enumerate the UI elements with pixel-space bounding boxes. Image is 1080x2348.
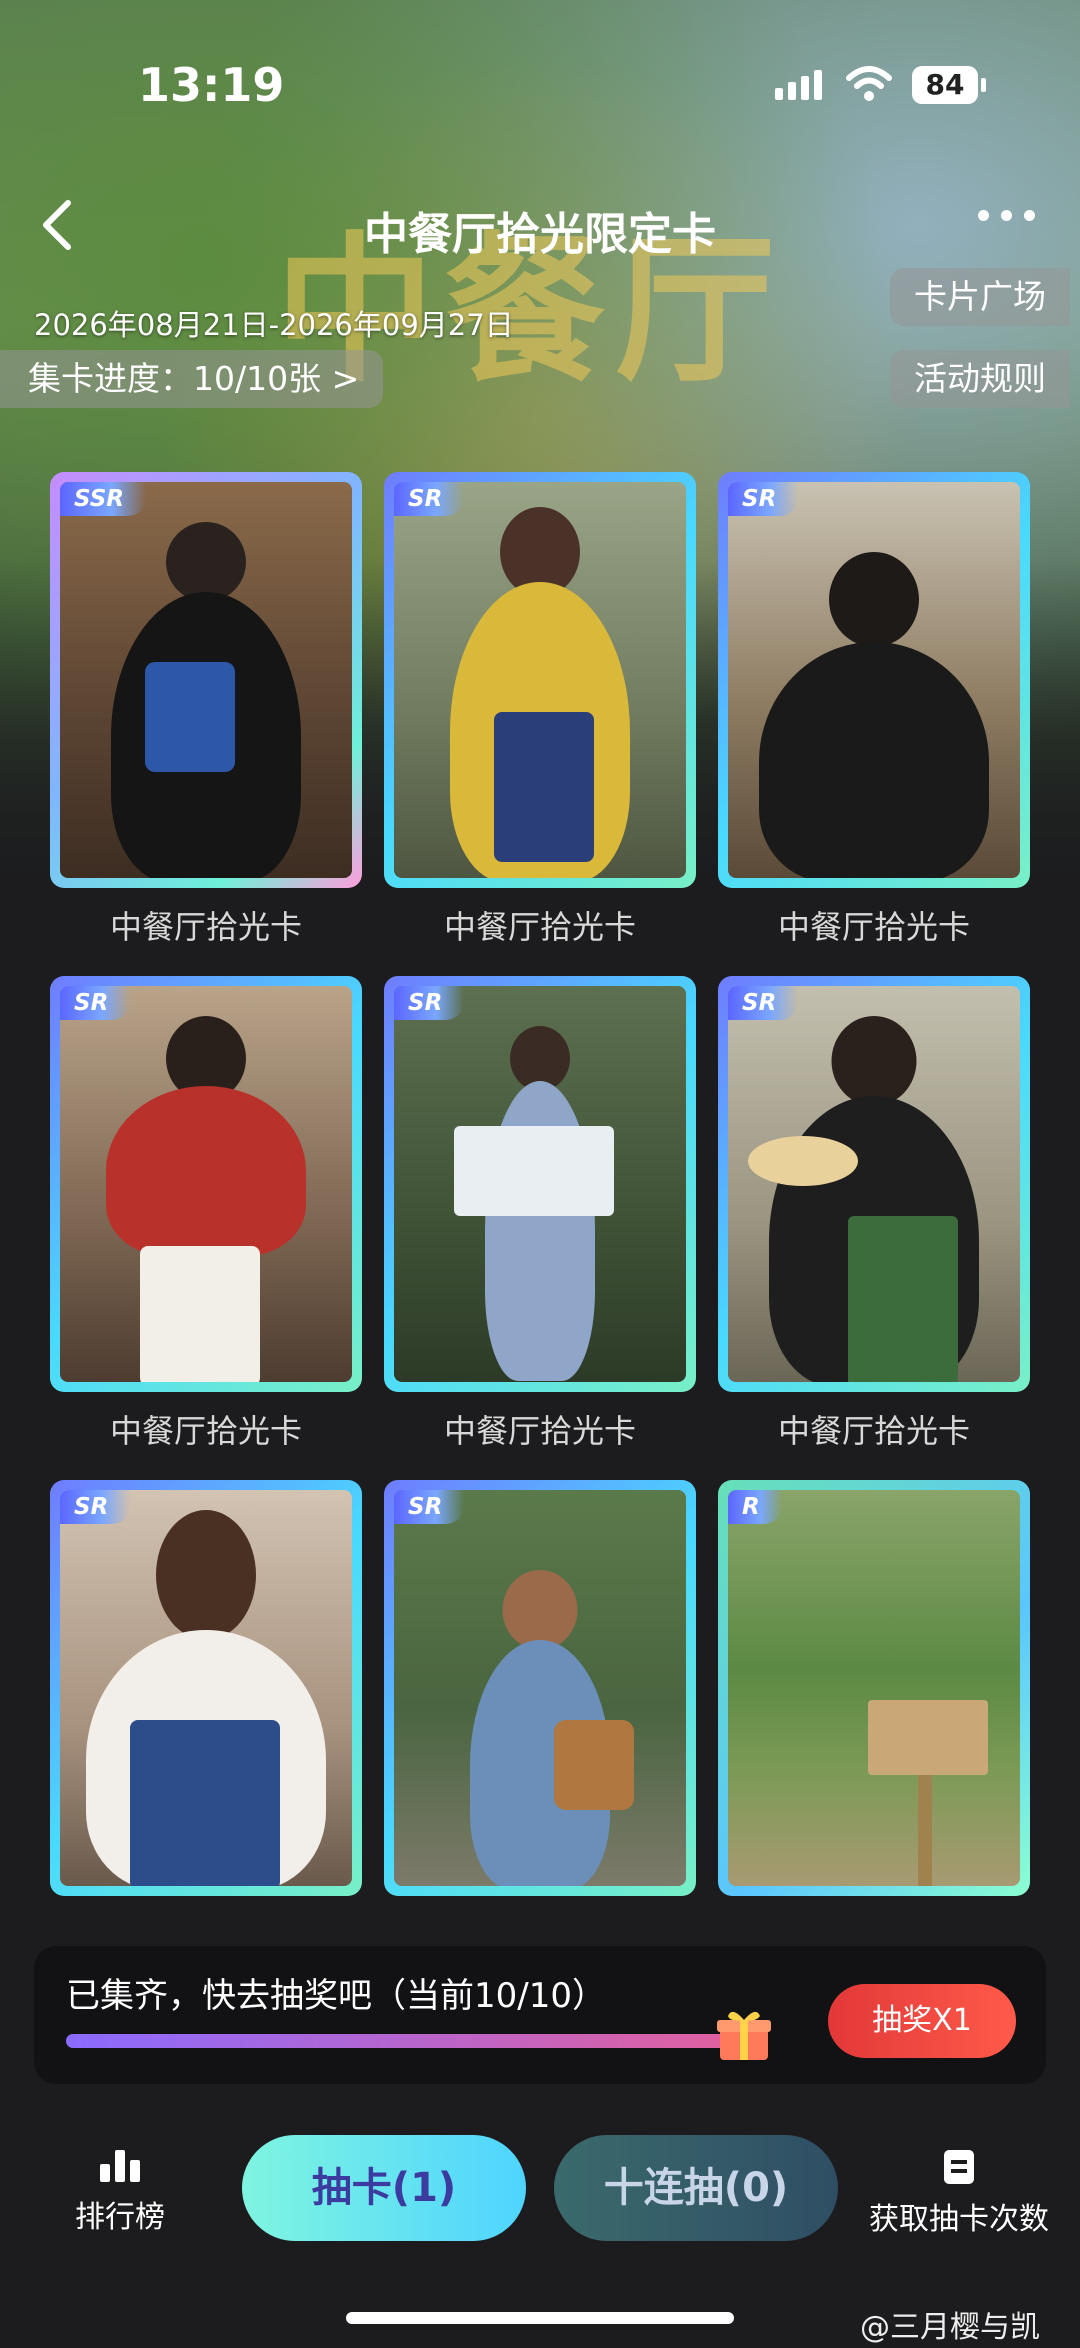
garden-sign-shape [868,1700,988,1775]
wifi-icon [846,66,892,101]
card-item[interactable]: SR [50,1480,362,1896]
rarity-badge: SR [60,1490,131,1524]
collection-progress-bar [66,2034,766,2048]
card-square-button[interactable]: 卡片广场 [890,268,1070,326]
draw-panel: 已集齐，快去抽奖吧（当前10/10） 抽奖X1 [34,1946,1046,2084]
card-item[interactable]: R [718,1480,1030,1896]
card-photo: SR [60,1490,352,1886]
activity-rules-button[interactable]: 活动规则 [890,350,1070,408]
person-shape [166,522,246,602]
card-item[interactable]: SSR [50,472,362,888]
rarity-badge: SR [394,1490,465,1524]
rarity-badge: SR [394,482,465,516]
ranking-tab[interactable]: 排行榜 [60,2148,180,2236]
card-label: 中餐厅拾光卡 [109,1412,302,1450]
draw-status-text: 已集齐，快去抽奖吧（当前10/10） [66,1976,606,2016]
card-item[interactable]: SR [384,472,696,888]
card-item[interactable]: SR [50,976,362,1392]
get-draw-chances-tab[interactable]: 获取抽卡次数 [864,2148,1054,2238]
person-shape [106,1086,306,1256]
status-bar: 13:19 84 [0,0,1080,150]
card-photo: SR [394,482,686,878]
card-label: 中餐厅拾光卡 [109,908,302,946]
apron-shape [130,1720,280,1886]
rarity-badge: SR [728,482,799,516]
get-chances-label: 获取抽卡次数 [869,2202,1049,2237]
card-photo: SR [728,482,1020,878]
bag-shape [145,662,235,772]
trousers-shape [140,1246,260,1382]
draw-one-button[interactable]: 抽卡(1) [242,2135,526,2241]
card-item[interactable]: SR [384,1480,696,1896]
draw-ten-button[interactable]: 十连抽(0) [554,2135,838,2241]
cellular-signal-icon [775,70,822,100]
person-shape [829,552,919,647]
collection-progress-button[interactable]: 集卡进度：10/10张 > [0,350,384,408]
rarity-badge: SR [728,986,799,1020]
rarity-badge: R [728,1490,782,1524]
card-label: 中餐厅拾光卡 [777,1412,970,1450]
person-shape [502,1570,578,1650]
rarity-badge: SR [394,986,465,1020]
box-shape [454,1126,614,1216]
status-time: 13:19 [138,58,285,112]
card-label: 中餐厅拾光卡 [443,908,636,946]
card-item[interactable]: SR [384,976,696,1392]
card-label: 中餐厅拾光卡 [443,1412,636,1450]
ranking-label: 排行榜 [75,2200,165,2235]
lottery-button[interactable]: 抽奖X1 [828,1984,1016,2058]
card-photo: R [728,1490,1020,1886]
sign-post-shape [918,1775,932,1886]
dot-icon [1001,210,1012,221]
card-photo: SR [60,986,352,1382]
person-shape [759,642,989,878]
person-shape [156,1510,256,1640]
document-icon [944,2150,974,2184]
person-shape [831,1016,917,1106]
card-item[interactable]: SR [718,472,1030,888]
watermark: @三月樱与凯 [860,2310,1040,2345]
progress-fill [66,2034,766,2048]
apron-shape [494,712,594,862]
card-photo: SR [728,986,1020,1382]
home-indicator[interactable] [346,2312,734,2324]
ranking-icon [100,2150,140,2182]
gift-icon [717,2011,771,2060]
date-range: 2026年08月21日-2026年09月27日 [34,308,514,342]
apron-shape [848,1216,958,1382]
more-options-button[interactable] [978,210,1035,221]
dot-icon [1024,210,1035,221]
battery-icon: 84 [912,66,986,104]
rarity-badge: SR [60,986,131,1020]
dot-icon [978,210,989,221]
page-title: 中餐厅拾光限定卡 [364,209,716,260]
card-photo: SSR [60,482,352,878]
card-item[interactable]: SR [718,976,1030,1392]
card-photo: SR [394,986,686,1382]
card-photo: SR [394,1490,686,1886]
rarity-badge: SSR [60,482,147,516]
card-label: 中餐厅拾光卡 [777,908,970,946]
basket-shape [554,1720,634,1810]
steamer-shape [748,1136,858,1186]
